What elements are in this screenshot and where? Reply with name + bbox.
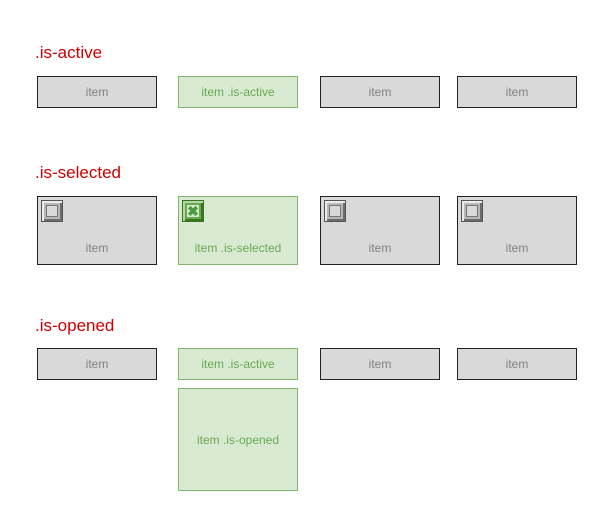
- checkbox-checked-icon[interactable]: ✖: [182, 200, 204, 222]
- item-box[interactable]: item: [457, 348, 577, 380]
- item-box[interactable]: item: [320, 196, 440, 265]
- item-box-selected[interactable]: ✖ item .is-selected: [178, 196, 298, 265]
- item-box[interactable]: item: [37, 348, 157, 380]
- item-box[interactable]: item: [457, 76, 577, 108]
- checkbox-icon[interactable]: [41, 200, 63, 222]
- item-box-active[interactable]: item .is-active: [178, 348, 298, 380]
- item-box[interactable]: item: [457, 196, 577, 265]
- item-box[interactable]: item: [320, 348, 440, 380]
- item-label: item .is-selected: [194, 241, 282, 255]
- heading-is-opened: .is-opened: [35, 316, 115, 335]
- opened-panel: item .is-opened: [178, 388, 298, 491]
- x-mark-icon: ✖: [187, 203, 199, 219]
- heading-is-selected: .is-selected: [35, 163, 121, 182]
- item-label: item: [368, 241, 392, 255]
- heading-is-active: .is-active: [35, 43, 103, 62]
- checkbox-icon[interactable]: [324, 200, 346, 222]
- item-box[interactable]: item: [37, 196, 157, 265]
- item-box[interactable]: item: [37, 76, 157, 108]
- checkbox-icon[interactable]: [461, 200, 483, 222]
- item-label: item: [85, 241, 109, 255]
- item-box[interactable]: item: [320, 76, 440, 108]
- item-box-active[interactable]: item .is-active: [178, 76, 298, 108]
- item-label: item: [505, 241, 529, 255]
